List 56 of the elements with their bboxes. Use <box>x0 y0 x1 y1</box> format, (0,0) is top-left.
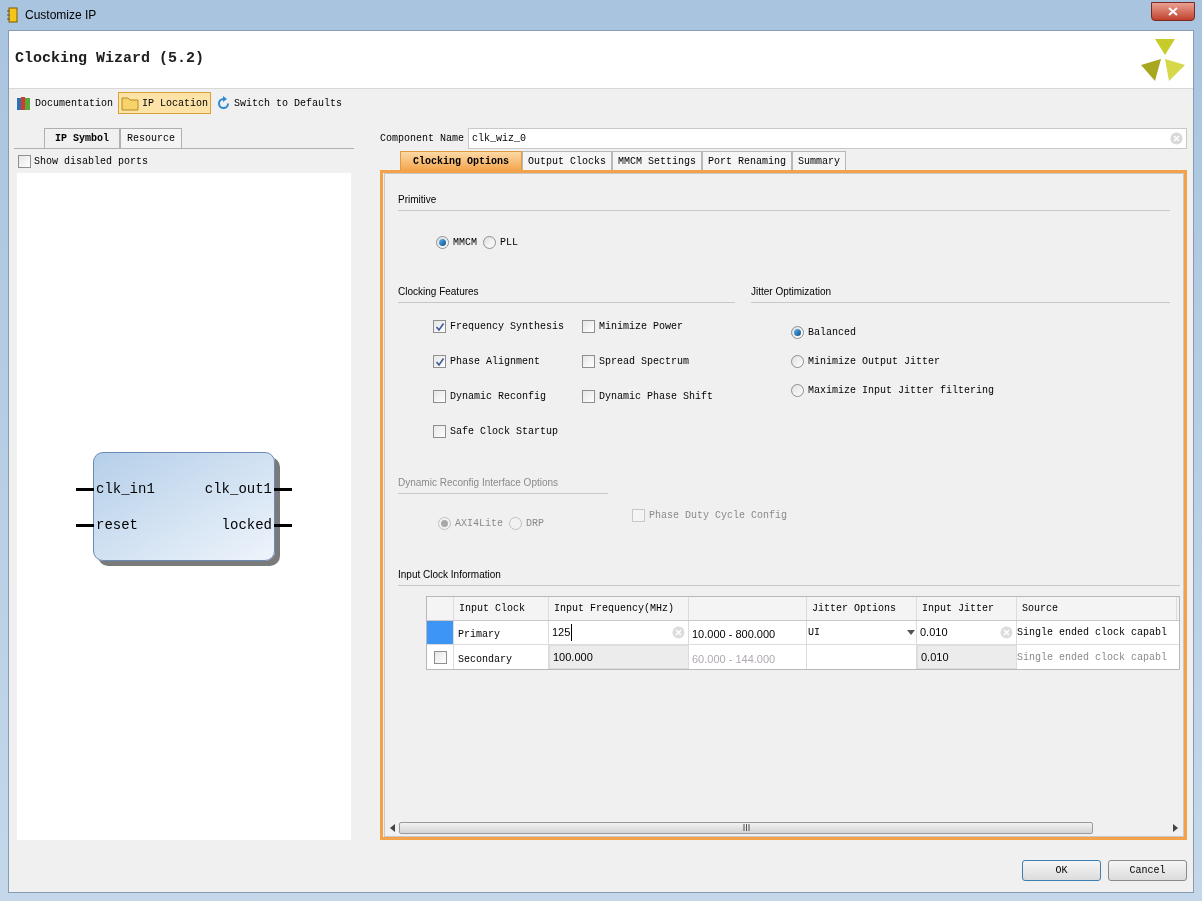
tab[interactable]: Port Renaming <box>702 151 793 170</box>
radio-label: MMCM <box>453 236 477 250</box>
radio-label: Balanced <box>808 326 856 340</box>
port-label: reset <box>96 516 138 535</box>
table-cell: 100.000 <box>549 645 689 669</box>
checkbox-label: Show disabled ports <box>34 154 149 169</box>
table-cell-text: Secondary <box>458 653 512 667</box>
column-header: Input Frequency(MHz) <box>554 602 675 616</box>
toolbar-button[interactable]: Switch to Defaults <box>213 92 346 114</box>
field-label: Component Name <box>380 131 464 146</box>
port-label: clk_in1 <box>96 480 155 499</box>
section-title: Dynamic Reconfig Interface Options <box>398 477 559 488</box>
checkbox-label: Dynamic Reconfig <box>450 390 546 404</box>
dialog-button[interactable]: OK <box>1022 859 1101 881</box>
radio-label: AXI4Lite <box>455 517 503 531</box>
window-title: Customize IP <box>25 7 98 24</box>
table-cell-text: Primary <box>458 628 500 642</box>
port-label: locked <box>221 516 272 535</box>
column-header: Input Jitter <box>922 602 994 616</box>
table-cell-text: 10.000 - 800.000 <box>692 626 776 642</box>
table-cell-text: Single ended clock capabl <box>1017 650 1168 665</box>
section-title: Jitter Optimization <box>751 286 832 297</box>
toolbar-button[interactable]: Documentation <box>13 92 116 114</box>
frequency-field[interactable]: 125 <box>549 621 689 644</box>
radio-label: PLL <box>500 236 519 250</box>
column-header: Input Clock <box>459 602 525 616</box>
port-label: clk_out1 <box>204 480 272 499</box>
checkbox-label: Frequency Synthesis <box>450 320 565 334</box>
toolbar-button[interactable]: IP Location <box>118 92 212 114</box>
tab[interactable]: Output Clocks <box>522 151 613 170</box>
column-header: Source <box>1022 602 1058 616</box>
checkbox-label: Minimize Power <box>599 320 683 334</box>
tab[interactable]: Resource <box>120 128 183 148</box>
checkbox-label: Dynamic Phase Shift <box>599 390 714 404</box>
column-header: Jitter Options <box>812 602 896 616</box>
table-cell-text: 60.000 - 144.000 <box>692 651 776 667</box>
dialog-title: Clocking Wizard (5.2) <box>15 49 205 70</box>
checkbox-label: Spread Spectrum <box>599 355 689 369</box>
tab[interactable]: IP Symbol <box>44 128 120 148</box>
section-title: Clocking Features <box>398 286 479 297</box>
tab[interactable]: Summary <box>792 151 847 170</box>
checkbox-label: Phase Duty Cycle Config <box>649 509 788 523</box>
section-title: Primitive <box>398 194 437 205</box>
component-name-field[interactable]: clk_wiz_0 <box>468 127 1187 149</box>
radio-label: DRP <box>526 517 545 531</box>
radio-label: Minimize Output Jitter <box>808 355 941 369</box>
jitter-field[interactable]: 0.010 <box>917 621 1017 644</box>
dialog-button[interactable]: Cancel <box>1108 859 1187 881</box>
tab[interactable]: MMCM Settings <box>612 151 703 170</box>
tab[interactable]: Clocking Options <box>400 151 522 170</box>
table-cell: 0.010 <box>917 645 1017 669</box>
radio-label: Maximize Input Jitter filtering <box>808 384 995 398</box>
checkbox-label: Phase Alignment <box>450 355 540 369</box>
section-title: Input Clock Information <box>398 569 501 580</box>
table-cell-text: Single ended clock capabl <box>1017 626 1168 640</box>
checkbox-label: Safe Clock Startup <box>450 425 559 439</box>
